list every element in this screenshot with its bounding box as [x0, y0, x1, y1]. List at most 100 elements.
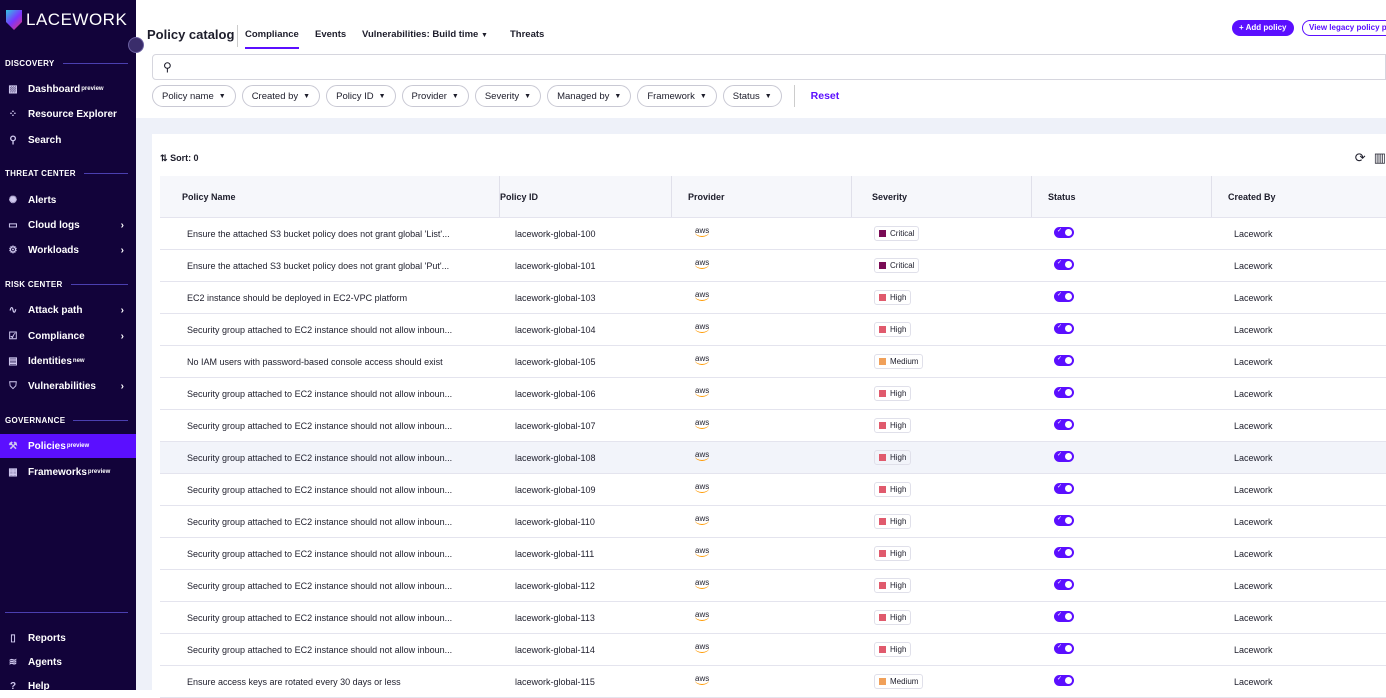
- status-toggle[interactable]: [1054, 515, 1074, 526]
- table-row[interactable]: Security group attached to EC2 instance …: [160, 410, 1386, 442]
- table-row[interactable]: Ensure the attached S3 bucket policy doe…: [160, 218, 1386, 250]
- table-row[interactable]: Security group attached to EC2 instance …: [160, 506, 1386, 538]
- status-toggle[interactable]: [1054, 291, 1074, 302]
- policy-name[interactable]: Security group attached to EC2 instance …: [160, 581, 500, 591]
- policy-name[interactable]: Ensure the attached S3 bucket policy doe…: [160, 261, 500, 271]
- filter-managed-by[interactable]: Managed by ▼: [547, 85, 632, 107]
- policy-name[interactable]: Security group attached to EC2 instance …: [160, 645, 500, 655]
- sidebar-item-help[interactable]: ? Help: [0, 674, 136, 698]
- sidebar-item-policies[interactable]: ⚒ Policies preview: [0, 434, 136, 458]
- policy-name[interactable]: Security group attached to EC2 instance …: [160, 517, 500, 527]
- status-toggle[interactable]: [1054, 387, 1074, 398]
- table-row[interactable]: Security group attached to EC2 instance …: [160, 474, 1386, 506]
- sidebar-item-search[interactable]: ⚲ Search: [0, 128, 136, 152]
- sidebar-item-cloud-logs[interactable]: ▭ Cloud logs ›: [0, 213, 136, 237]
- table-row[interactable]: EC2 instance should be deployed in EC2-V…: [160, 282, 1386, 314]
- severity-label: Critical: [890, 261, 915, 270]
- policy-name[interactable]: Security group attached to EC2 instance …: [160, 421, 500, 431]
- table-row[interactable]: Ensure the attached S3 bucket policy doe…: [160, 250, 1386, 282]
- filter-created-by[interactable]: Created by ▼: [241, 85, 321, 107]
- col-policy-name[interactable]: Policy Name: [160, 176, 500, 217]
- policy-name[interactable]: Security group attached to EC2 instance …: [160, 613, 500, 623]
- lacework-logo[interactable]: LACEWORK: [6, 10, 127, 30]
- refresh-icon[interactable]: ⟳: [1355, 150, 1366, 166]
- sidebar-item-resource-explorer[interactable]: ⁘ Resource Explorer: [0, 102, 136, 126]
- status-toggle[interactable]: [1054, 611, 1074, 622]
- sort-button[interactable]: ⇅ Sort: 0: [160, 153, 199, 164]
- policy-name[interactable]: Security group attached to EC2 instance …: [160, 549, 500, 559]
- table-row[interactable]: Security group attached to EC2 instance …: [160, 570, 1386, 602]
- status-toggle[interactable]: [1054, 675, 1074, 686]
- policy-name[interactable]: Security group attached to EC2 instance …: [160, 325, 500, 335]
- filter-status[interactable]: Status ▼: [722, 85, 782, 107]
- sidebar-item-workloads[interactable]: ⚙ Workloads ›: [0, 238, 136, 262]
- table-row[interactable]: Security group attached to EC2 instance …: [160, 602, 1386, 634]
- severity-label: High: [890, 485, 907, 494]
- filter-policy-id[interactable]: Policy ID ▼: [326, 85, 396, 107]
- sidebar-item-frameworks[interactable]: ▦ Frameworks preview: [0, 460, 136, 484]
- policy-name[interactable]: Security group attached to EC2 instance …: [160, 485, 500, 495]
- policy-name[interactable]: Ensure the attached S3 bucket policy doe…: [160, 229, 500, 239]
- caret-down-icon: ▼: [218, 92, 226, 100]
- status-toggle[interactable]: [1054, 355, 1074, 366]
- table-row[interactable]: Security group attached to EC2 instance …: [160, 314, 1386, 346]
- table-row[interactable]: Ensure access keys are rotated every 30 …: [160, 666, 1386, 698]
- tab-threats[interactable]: Threats: [510, 29, 544, 40]
- sidebar-item-alerts[interactable]: ✺ Alerts: [0, 188, 136, 212]
- sidebar-item-agents[interactable]: ≋ Agents: [0, 650, 136, 674]
- compliance-icon: ☑: [8, 330, 18, 342]
- view-legacy-policy-button[interactable]: View legacy policy p: [1302, 20, 1386, 36]
- sidebar-item-vulnerabilities[interactable]: ⛉ Vulnerabilities ›: [0, 374, 136, 398]
- filter-severity[interactable]: Severity ▼: [474, 85, 542, 107]
- created-by: Lacework: [1234, 356, 1273, 367]
- sidebar-item-compliance[interactable]: ☑ Compliance ›: [0, 324, 136, 348]
- sidebar-item-attack-path[interactable]: ∿ Attack path ›: [0, 298, 136, 322]
- sidebar-item-dashboard[interactable]: ▨ Dashboard preview: [0, 77, 136, 101]
- col-created-by[interactable]: Created By: [1212, 176, 1386, 217]
- table-row[interactable]: Security group attached to EC2 instance …: [160, 634, 1386, 666]
- severity-badge: High: [874, 610, 912, 625]
- reset-button[interactable]: Reset: [811, 90, 840, 102]
- policy-name[interactable]: EC2 instance should be deployed in EC2-V…: [160, 293, 500, 303]
- status-toggle[interactable]: [1054, 579, 1074, 590]
- tab-vulnerabilities-build-time[interactable]: Vulnerabilities: Build time ▼: [362, 29, 488, 40]
- status-toggle[interactable]: [1054, 643, 1074, 654]
- provider-cell: aws: [672, 450, 852, 464]
- col-severity[interactable]: Severity: [852, 176, 1032, 217]
- status-cell: [1032, 387, 1212, 400]
- table-row[interactable]: Security group attached to EC2 instance …: [160, 378, 1386, 410]
- col-provider[interactable]: Provider: [672, 176, 852, 217]
- policy-name[interactable]: No IAM users with password-based console…: [160, 357, 500, 367]
- filter-label: Policy ID: [336, 90, 374, 102]
- policy-name[interactable]: Security group attached to EC2 instance …: [160, 389, 500, 399]
- sidebar-item-label: Frameworks: [28, 466, 87, 478]
- sidebar-item-identities[interactable]: ▤ Identities new: [0, 349, 136, 373]
- status-toggle[interactable]: [1054, 227, 1074, 238]
- table-row[interactable]: No IAM users with password-based console…: [160, 346, 1386, 378]
- search-input[interactable]: ⚲: [152, 54, 1386, 80]
- status-toggle[interactable]: [1054, 451, 1074, 462]
- policy-name[interactable]: Ensure access keys are rotated every 30 …: [160, 677, 500, 687]
- provider-cell: aws: [672, 610, 852, 624]
- sidebar-item-label: Resource Explorer: [28, 108, 117, 120]
- add-policy-button[interactable]: + Add policy: [1232, 20, 1294, 36]
- table-row[interactable]: Security group attached to EC2 instance …: [160, 442, 1386, 474]
- sidebar-item-reports[interactable]: ▯ Reports: [0, 626, 136, 650]
- filter-framework[interactable]: Framework ▼: [637, 85, 717, 107]
- status-toggle[interactable]: [1054, 483, 1074, 494]
- severity-badge: High: [874, 450, 912, 465]
- table-row[interactable]: Security group attached to EC2 instance …: [160, 538, 1386, 570]
- filter-provider[interactable]: Provider ▼: [401, 85, 469, 107]
- status-toggle[interactable]: [1054, 419, 1074, 430]
- col-policy-id[interactable]: Policy ID: [500, 176, 672, 217]
- status-toggle[interactable]: [1054, 323, 1074, 334]
- status-toggle[interactable]: [1054, 259, 1074, 270]
- policy-name[interactable]: Security group attached to EC2 instance …: [160, 453, 500, 463]
- filter-policy-name[interactable]: Policy name ▼: [152, 85, 236, 107]
- col-status[interactable]: Status: [1032, 176, 1212, 217]
- sidebar-collapse-button[interactable]: [128, 37, 144, 53]
- status-toggle[interactable]: [1054, 547, 1074, 558]
- tab-events[interactable]: Events: [315, 29, 346, 40]
- tab-compliance[interactable]: Compliance: [245, 29, 299, 49]
- columns-icon[interactable]: ▥: [1374, 150, 1386, 166]
